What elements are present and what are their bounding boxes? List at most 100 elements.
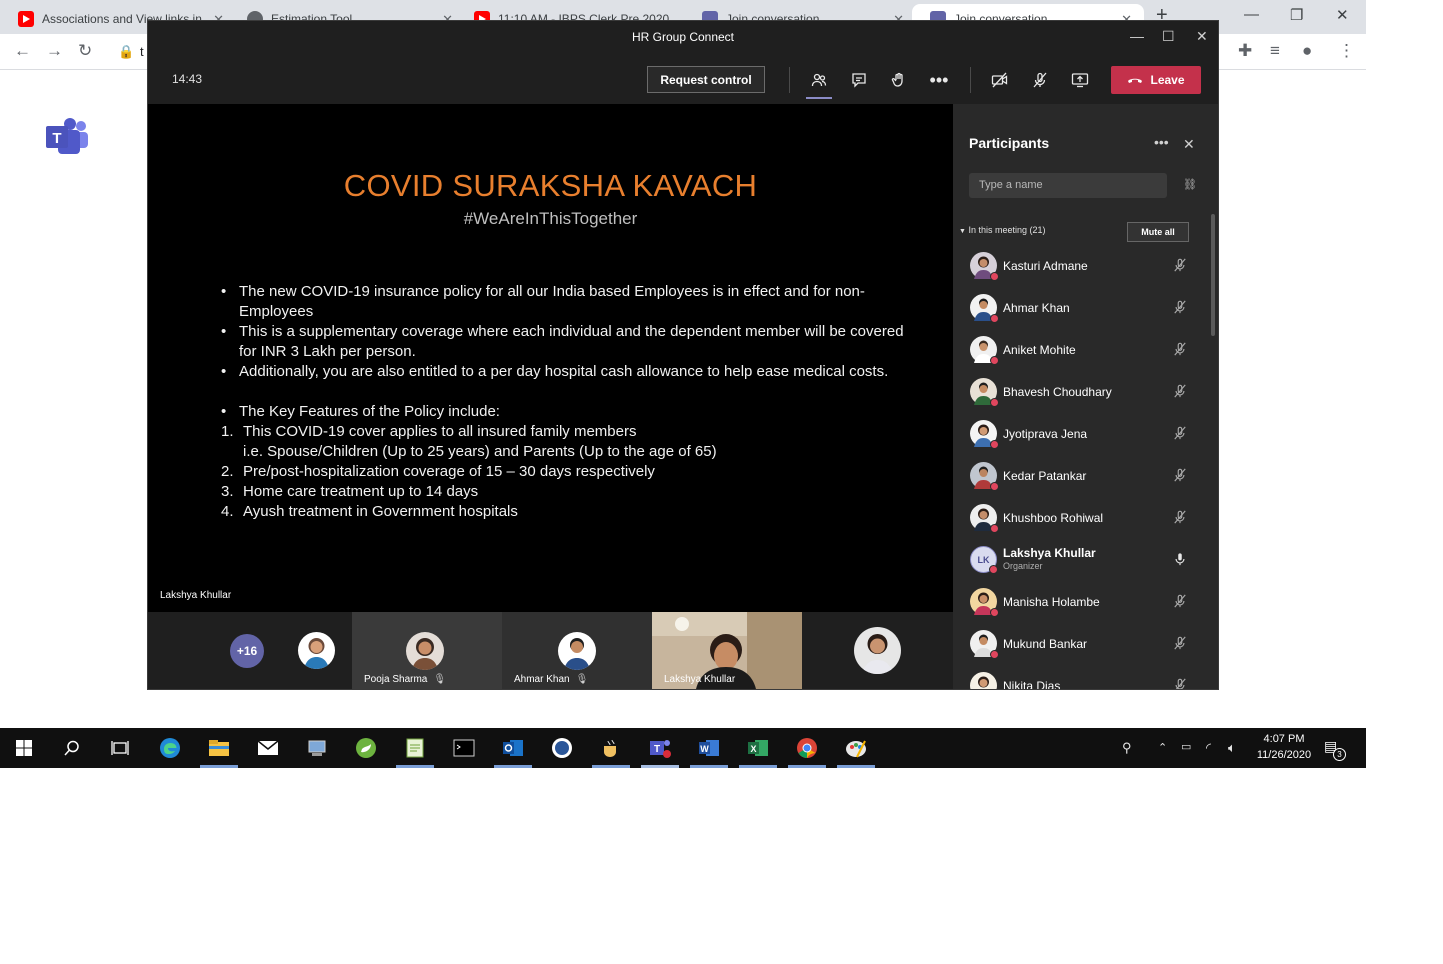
media-control-icon[interactable]: ≡ <box>1270 41 1280 61</box>
avatar <box>970 294 999 323</box>
edge-browser-icon[interactable] <box>158 737 182 759</box>
meeting-title: HR Group Connect <box>631 30 735 44</box>
paint-icon[interactable] <box>844 737 868 759</box>
mute-all-button[interactable]: Mute all <box>1127 222 1189 242</box>
participants-icon[interactable] <box>808 69 830 91</box>
show-hidden-icons-chevron-icon[interactable]: ⌃ <box>1158 741 1167 754</box>
feature-item-continued: i.e. Spouse/Children (Up to 25 years) an… <box>221 442 911 462</box>
mic-muted-icon <box>1173 510 1187 527</box>
mic-off-icon[interactable] <box>1029 69 1051 91</box>
participant-row[interactable]: Kasturi Admane <box>953 245 1208 287</box>
file-explorer-icon[interactable] <box>207 737 231 759</box>
raise-hand-icon[interactable] <box>888 69 910 91</box>
participant-label: Lakshya Khullar <box>664 674 735 685</box>
teams-taskbar-icon[interactable]: T <box>648 737 672 759</box>
chrome-icon[interactable] <box>795 737 819 759</box>
participant-row[interactable]: Jyotiprava Jena <box>953 413 1208 455</box>
participant-name: Ahmar Khan <box>1003 301 1070 315</box>
svg-text:T: T <box>52 130 61 147</box>
live-video-tile[interactable]: Lakshya Khullar <box>652 612 802 689</box>
participant-row[interactable]: LK Lakshya Khullar Organizer <box>953 539 1208 581</box>
excel-icon[interactable]: X <box>746 737 770 759</box>
participant-row[interactable]: Ahmar Khan <box>953 287 1208 329</box>
feature-text: i.e. Spouse/Children (Up to 25 years) an… <box>243 443 717 460</box>
avatar <box>970 378 999 407</box>
more-options-icon[interactable]: ••• <box>1154 134 1169 150</box>
participant-row[interactable]: Khushboo Rohiwal <box>953 497 1208 539</box>
participant-search-input[interactable]: Type a name <box>969 173 1167 198</box>
divider <box>970 67 971 93</box>
command-prompt-icon[interactable] <box>452 737 476 759</box>
minimize-icon[interactable]: — <box>1130 28 1144 44</box>
restore-icon[interactable]: ❐ <box>1290 6 1303 24</box>
in-meeting-section-label[interactable]: ▼ In this meeting (21) <box>959 225 1046 235</box>
close-window-icon[interactable]: ✕ <box>1336 6 1349 24</box>
video-tile[interactable]: Pooja Sharma 🎙︎ <box>352 612 502 689</box>
presenter-name: Lakshya Khullar <box>160 590 232 601</box>
extensions-icon[interactable]: ✚ <box>1238 41 1252 61</box>
spring-tool-icon[interactable] <box>354 737 378 759</box>
volume-icon[interactable]: 🔈︎ <box>1228 740 1236 756</box>
coffee-app-icon[interactable] <box>599 737 623 759</box>
lock-icon: 🔒 <box>118 44 135 59</box>
reload-icon[interactable]: ↻ <box>78 41 92 61</box>
meeting-timer: 14:43 <box>172 72 203 86</box>
address-bar-text[interactable]: t <box>140 44 144 59</box>
video-tile[interactable]: Ahmar Khan 🎙︎ <box>502 612 652 689</box>
forward-arrow-icon[interactable]: → <box>46 41 63 61</box>
chat-icon[interactable] <box>848 69 870 91</box>
maximize-icon[interactable]: ☐ <box>1162 28 1175 45</box>
back-arrow-icon[interactable]: ← <box>14 41 31 61</box>
feature-number: 2. <box>221 463 234 480</box>
close-icon[interactable]: ✕ <box>1196 28 1208 45</box>
feature-number: 3. <box>221 483 234 500</box>
participant-avatar <box>406 632 444 670</box>
feature-text: Pre/post-hospitalization coverage of 15 … <box>243 463 655 480</box>
svg-text:W: W <box>700 744 709 754</box>
more-actions-icon[interactable]: ••• <box>928 69 950 91</box>
taskbar-clock-time[interactable]: 4:07 PM <box>1258 733 1310 745</box>
participant-name: Lakshya Khullar <box>664 674 736 685</box>
participant-row[interactable]: Aniket Mohite <box>953 329 1208 371</box>
teams-meeting-window: HR Group Connect — ☐ ✕ 14:43 Request con… <box>147 20 1219 690</box>
overflow-count[interactable]: +16 <box>230 634 264 668</box>
outlook-icon[interactable] <box>501 737 525 759</box>
mail-icon[interactable] <box>256 737 280 759</box>
request-control-button[interactable]: Request control <box>647 66 765 93</box>
minimize-icon[interactable]: — <box>1244 6 1259 23</box>
participant-row[interactable]: Bhavesh Choudhary <box>953 371 1208 413</box>
participant-row[interactable]: Nikita Dias <box>953 665 1208 689</box>
feature-number: 1. <box>221 423 234 440</box>
participant-name: Bhavesh Choudhary <box>1003 385 1112 399</box>
feature-text: Home care treatment up to 14 days <box>243 483 479 500</box>
people-icon[interactable]: ⚲ <box>1122 740 1132 756</box>
word-icon[interactable]: W <box>697 737 721 759</box>
participant-name: Manisha Holambe <box>1003 595 1100 609</box>
participant-row[interactable]: Mukund Bankar <box>953 623 1208 665</box>
windows-taskbar: T W X ⚲ ⌃ ▭ ◜ 🔈︎ 4:07 PM 11/26/2020 ▤ 3 <box>0 728 1366 768</box>
windows-start-icon[interactable] <box>12 737 36 759</box>
battery-icon[interactable]: ▭ <box>1181 740 1191 753</box>
feature-item: 4. Ayush treatment in Government hospita… <box>221 502 911 522</box>
taskbar-clock-date[interactable]: 11/26/2020 <box>1250 749 1318 761</box>
task-view-icon[interactable] <box>108 737 132 759</box>
profile-icon[interactable]: ● <box>1302 41 1312 61</box>
chrome-menu-icon[interactable]: ⋮ <box>1338 41 1355 61</box>
onenote-icon[interactable] <box>550 737 574 759</box>
participant-role: Organizer <box>1003 561 1043 571</box>
share-screen-icon[interactable] <box>1069 69 1091 91</box>
panel-title: Participants <box>969 135 1050 151</box>
video-tile[interactable] <box>802 612 953 689</box>
search-icon[interactable] <box>60 737 84 759</box>
leave-button[interactable]: Leave <box>1111 66 1201 94</box>
close-icon[interactable]: ✕ <box>1183 136 1195 153</box>
share-invite-icon[interactable]: ⛓ <box>1183 178 1197 191</box>
wifi-icon[interactable]: ◜ <box>1206 740 1211 756</box>
participant-row[interactable]: Kedar Patankar <box>953 455 1208 497</box>
notepad-plus-icon[interactable] <box>403 737 427 759</box>
overflow-tile[interactable]: +16 <box>148 612 352 689</box>
participant-row[interactable]: Manisha Holambe <box>953 581 1208 623</box>
notification-count-badge: 3 <box>1333 748 1346 761</box>
camera-off-icon[interactable] <box>989 69 1011 91</box>
remote-desktop-icon[interactable] <box>305 737 329 759</box>
